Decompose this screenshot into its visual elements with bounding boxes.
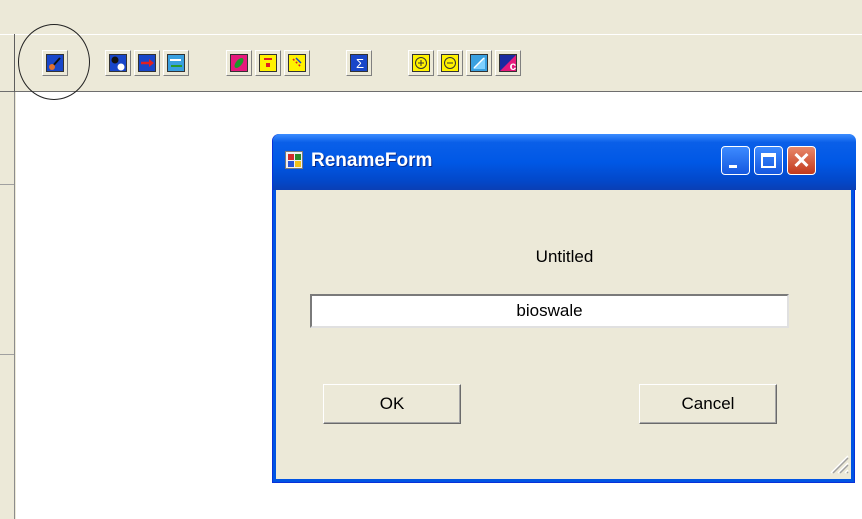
node-tool-button[interactable] <box>105 50 131 76</box>
red-dot-icon <box>259 54 277 72</box>
highlight-circle <box>18 24 90 100</box>
zoom-in-icon <box>412 54 430 72</box>
left-panel-strip[interactable] <box>0 92 15 519</box>
sum-icon: Σ <box>350 54 368 72</box>
close-button[interactable]: ✕ <box>787 146 816 175</box>
minimize-button[interactable] <box>721 146 750 175</box>
new-name-input[interactable] <box>310 294 789 328</box>
swap-tool-button[interactable] <box>163 50 189 76</box>
panel-separator <box>0 354 14 355</box>
swap-arrows-icon <box>167 54 185 72</box>
sum-button[interactable]: Σ <box>346 50 372 76</box>
toolbar-top-rule <box>0 34 862 35</box>
c-tool-button[interactable]: c <box>495 50 521 76</box>
fit-extent-button[interactable] <box>466 50 492 76</box>
arrow-right-icon <box>138 54 156 72</box>
sum-glyph: Σ <box>355 56 365 71</box>
line-tool-icon <box>288 54 306 72</box>
leaf-tool-button[interactable] <box>226 50 252 76</box>
node-icon <box>109 54 127 72</box>
arrow-tool-button[interactable] <box>134 50 160 76</box>
form-app-icon[interactable] <box>285 151 303 169</box>
leaf-icon <box>230 54 248 72</box>
ok-button[interactable]: OK <box>323 384 461 424</box>
zoom-out-button[interactable] <box>437 50 463 76</box>
resize-grip-icon[interactable] <box>821 446 849 474</box>
fit-extent-icon <box>470 54 488 72</box>
maximize-button[interactable] <box>754 146 783 175</box>
zoom-out-icon <box>441 54 459 72</box>
rename-dialog: RenameForm ✕ Untitled OK Cancel <box>272 134 856 483</box>
panel-separator <box>0 184 14 185</box>
dialog-titlebar[interactable]: RenameForm ✕ <box>273 134 856 190</box>
c-tool-icon: c <box>499 54 517 73</box>
host-window-top <box>0 0 862 34</box>
minimize-icon <box>729 165 737 168</box>
cancel-button[interactable]: Cancel <box>639 384 777 424</box>
current-name-label: Untitled <box>535 247 594 266</box>
dialog-title: RenameForm <box>311 150 433 171</box>
maximize-icon <box>761 153 776 168</box>
point-tool-button[interactable] <box>255 50 281 76</box>
zoom-in-button[interactable] <box>408 50 434 76</box>
close-icon: ✕ <box>792 148 811 173</box>
line-tool-button[interactable] <box>284 50 310 76</box>
c-tool-glyph: c <box>509 59 517 73</box>
